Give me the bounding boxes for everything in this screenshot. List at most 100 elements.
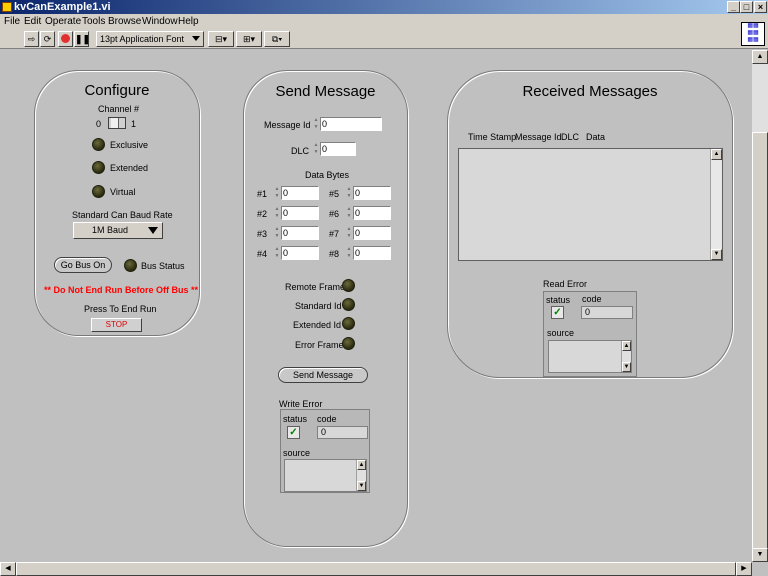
spin-arrows-icon[interactable]: ▲ ▼	[345, 246, 353, 260]
chevron-down-icon	[148, 227, 158, 234]
baud-rate-select[interactable]: 1M Baud	[73, 222, 163, 239]
standard-id-led[interactable]	[342, 298, 355, 311]
received-list-scrollbar[interactable]: ▲ ▼	[710, 149, 722, 260]
maximize-button[interactable]: □	[740, 1, 753, 13]
error-frame-led[interactable]	[342, 337, 355, 350]
read-error-label: Read Error	[543, 279, 588, 289]
extended-led[interactable]	[92, 161, 105, 174]
abort-icon[interactable]	[58, 31, 73, 47]
byte-1-input[interactable]: ▲ ▼ 0	[273, 186, 319, 200]
spin-arrows-icon[interactable]: ▲ ▼	[273, 206, 281, 220]
check-icon: ✓	[287, 426, 300, 439]
horizontal-scrollbar[interactable]: ◀ ▶	[0, 562, 752, 576]
pause-icon[interactable]: ❚❚	[74, 31, 90, 47]
write-error-source-label: source	[283, 448, 311, 458]
align-objects-icon[interactable]: ⊟▾	[208, 31, 234, 47]
read-error-code: 0	[581, 306, 633, 319]
message-id-value[interactable]: 0	[320, 117, 382, 131]
spin-arrows-icon[interactable]: ▲ ▼	[312, 117, 320, 131]
received-messages-title: Received Messages	[522, 83, 658, 100]
close-button[interactable]: ×	[754, 1, 767, 13]
menu-tools[interactable]: Tools	[82, 16, 105, 27]
byte-1-label: #1	[257, 189, 268, 199]
byte-2-value[interactable]: 0	[281, 206, 319, 220]
dlc-value[interactable]: 0	[320, 142, 356, 156]
scroll-up-icon[interactable]: ▲	[752, 50, 768, 64]
front-panel: Configure Channel # 0 1 Exclusive Extend…	[0, 50, 752, 562]
scroll-up-icon[interactable]: ▲	[622, 341, 631, 351]
vertical-scrollbar[interactable]: ▲ ▼	[752, 50, 768, 562]
read-error-source-label: source	[547, 328, 575, 338]
spin-arrows-icon[interactable]: ▲ ▼	[273, 186, 281, 200]
received-messages-list[interactable]: ▲ ▼	[458, 148, 723, 261]
read-error-status-label: status	[546, 295, 571, 305]
byte-4-value[interactable]: 0	[281, 246, 319, 260]
byte-4-label: #4	[257, 249, 268, 259]
vertical-scroll-thumb[interactable]	[752, 132, 768, 552]
menu-file[interactable]: File	[4, 16, 20, 27]
menu-help[interactable]: Help	[178, 16, 199, 27]
byte-3-input[interactable]: ▲ ▼ 0	[273, 226, 319, 240]
spin-arrows-icon[interactable]: ▲ ▼	[273, 246, 281, 260]
warning-text: ** Do Not End Run Before Off Bus **	[44, 285, 199, 295]
scroll-down-icon[interactable]: ▼	[711, 249, 722, 260]
spin-arrows-icon[interactable]: ▲ ▼	[345, 226, 353, 240]
scroll-down-icon[interactable]: ▼	[622, 362, 631, 372]
byte-6-input[interactable]: ▲ ▼ 0	[345, 206, 391, 220]
write-error-status-label: status	[283, 414, 308, 424]
virtual-led[interactable]	[92, 185, 105, 198]
byte-7-value[interactable]: 0	[353, 226, 391, 240]
run-continuously-icon[interactable]: ⟳	[40, 31, 55, 47]
spin-arrows-icon[interactable]: ▲ ▼	[312, 142, 320, 156]
column-dlc: DLC	[561, 132, 580, 142]
data-bytes-label: Data Bytes	[305, 170, 350, 180]
scroll-up-icon[interactable]: ▲	[357, 460, 366, 470]
message-id-label: Message Id	[264, 120, 311, 130]
reorder-icon[interactable]: ⧉▾	[264, 31, 290, 47]
byte-8-value[interactable]: 0	[353, 246, 391, 260]
scroll-up-icon[interactable]: ▲	[711, 149, 722, 160]
byte-5-value[interactable]: 0	[353, 186, 391, 200]
distribute-objects-icon[interactable]: ⊞▾	[236, 31, 262, 47]
vi-connector-icon[interactable]: ▦▦ ▦▦ ▦▦	[741, 22, 765, 46]
go-bus-on-button[interactable]: Go Bus On	[54, 257, 112, 273]
byte-6-value[interactable]: 0	[353, 206, 391, 220]
menu-browse[interactable]: Browse	[108, 16, 141, 27]
message-id-input[interactable]: ▲ ▼ 0	[312, 117, 384, 131]
font-selector-label: 13pt Application Font	[100, 34, 185, 44]
minimize-button[interactable]: _	[727, 1, 740, 13]
spin-arrows-icon[interactable]: ▲ ▼	[345, 206, 353, 220]
column-message-id: Message Id	[515, 132, 562, 142]
stop-button[interactable]: STOP	[91, 318, 142, 332]
spin-arrows-icon[interactable]: ▲ ▼	[273, 226, 281, 240]
send-message-button[interactable]: Send Message	[278, 367, 368, 383]
dlc-input[interactable]: ▲ ▼ 0	[312, 142, 356, 156]
scroll-right-icon[interactable]: ▶	[736, 562, 752, 576]
byte-3-value[interactable]: 0	[281, 226, 319, 240]
horizontal-scroll-thumb[interactable]	[16, 562, 736, 576]
spin-arrows-icon[interactable]: ▲ ▼	[345, 186, 353, 200]
byte-5-input[interactable]: ▲ ▼ 0	[345, 186, 391, 200]
menu-window[interactable]: Window	[142, 16, 178, 27]
scroll-down-icon[interactable]: ▼	[752, 548, 768, 562]
vi-window-icon	[2, 2, 12, 12]
byte-7-input[interactable]: ▲ ▼ 0	[345, 226, 391, 240]
dlc-label: DLC	[291, 146, 310, 156]
title-bar: kvCanExample1.vi _ □ ×	[0, 0, 768, 14]
byte-8-input[interactable]: ▲ ▼ 0	[345, 246, 391, 260]
menu-operate[interactable]: Operate	[45, 16, 81, 27]
exclusive-led[interactable]	[92, 138, 105, 151]
font-selector[interactable]: 13pt Application Font	[96, 31, 204, 47]
remote-frame-led[interactable]	[342, 279, 355, 292]
byte-4-input[interactable]: ▲ ▼ 0	[273, 246, 319, 260]
channel-switch[interactable]	[108, 117, 126, 129]
extended-id-led[interactable]	[342, 317, 355, 330]
scroll-down-icon[interactable]: ▼	[357, 481, 366, 491]
byte-2-input[interactable]: ▲ ▼ 0	[273, 206, 319, 220]
scroll-left-icon[interactable]: ◀	[0, 562, 16, 576]
run-arrow-icon[interactable]: ⇨	[24, 31, 39, 47]
byte-1-value[interactable]: 0	[281, 186, 319, 200]
write-error-label: Write Error	[279, 399, 323, 409]
write-error-code-label: code	[317, 414, 337, 424]
menu-edit[interactable]: Edit	[24, 16, 41, 27]
